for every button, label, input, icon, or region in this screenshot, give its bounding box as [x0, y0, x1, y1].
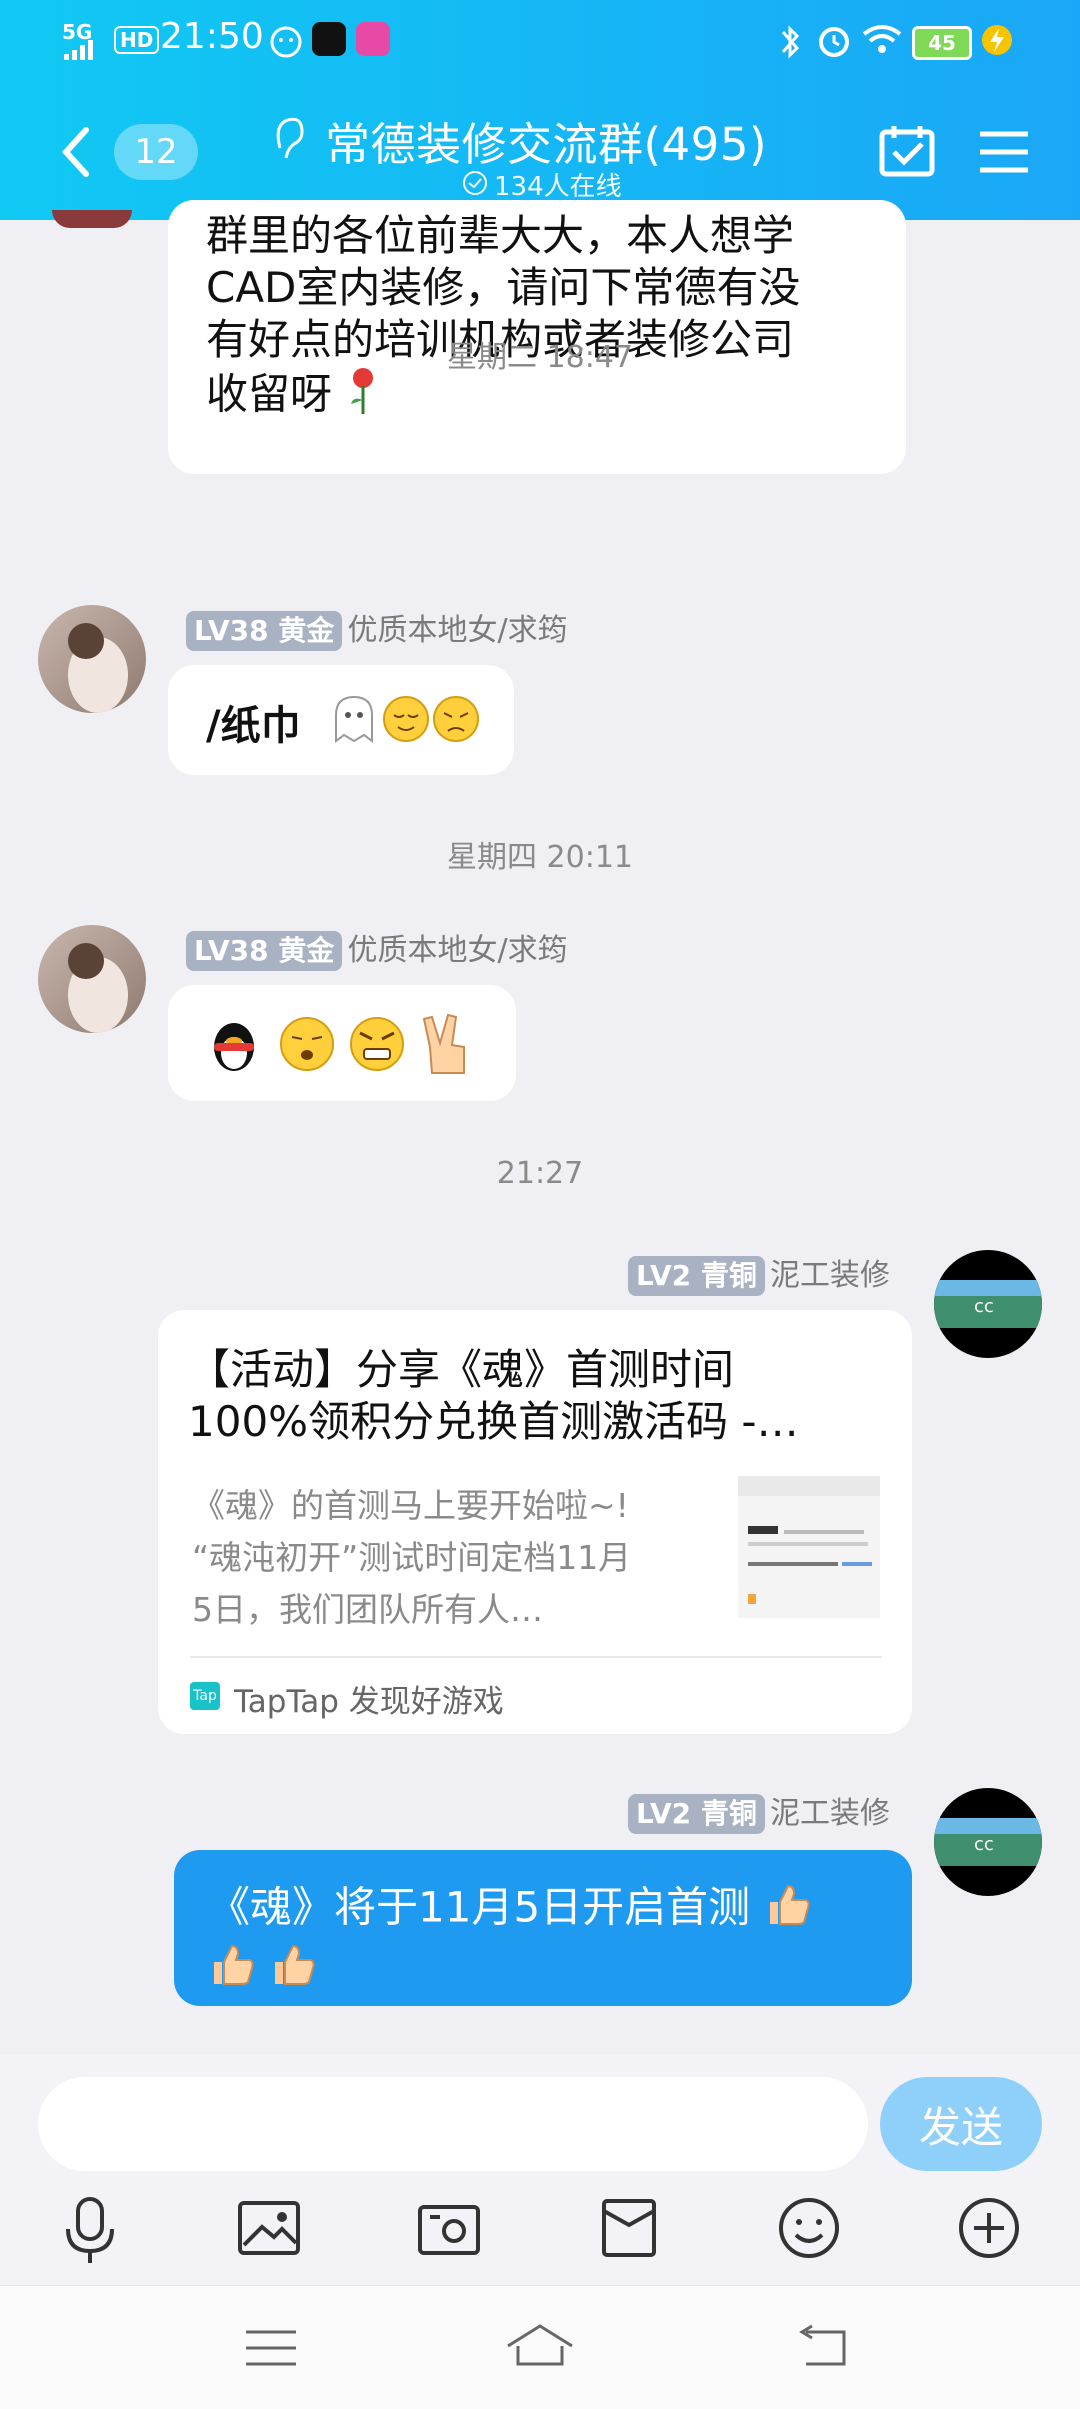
sender-name[interactable]: 泥工装修: [770, 1796, 890, 1831]
app-icon: [356, 22, 390, 56]
sender-name[interactable]: 优质本地女/求筠: [347, 933, 567, 968]
emoji-angry-icon: [348, 1015, 406, 1077]
smiley-status-icon: [268, 24, 304, 64]
input-bar: 发送: [0, 2055, 1080, 2185]
avatar[interactable]: [38, 925, 146, 1033]
avatar[interactable]: cc: [934, 1250, 1042, 1358]
online-count[interactable]: 134人在线: [494, 166, 622, 203]
message-line: 收留呀: [206, 369, 333, 419]
card-desc-line: 5日，我们团队所有人…: [192, 1590, 543, 1629]
card-divider: [190, 1656, 882, 1658]
message-line: CAD室内装修，请问下常德有没: [206, 263, 801, 312]
level-badge: LV38 黄金: [186, 611, 343, 651]
taptap-icon: Tap: [190, 1682, 220, 1710]
svg-text:cc: cc: [974, 1296, 994, 1317]
thumbs-up-icon: [764, 1880, 812, 1940]
plus-icon[interactable]: [956, 2195, 1022, 2265]
home-icon[interactable]: [504, 2320, 576, 2372]
sender-name[interactable]: 泥工装修: [770, 1258, 890, 1293]
emoji-yawn-icon: [278, 1015, 336, 1077]
card-desc-line: “魂沌初开”测试时间定档11月: [192, 1538, 632, 1577]
signal-icon: [64, 40, 100, 60]
back-icon[interactable]: [56, 122, 96, 182]
alarm-icon: [815, 22, 853, 64]
calendar-check-icon[interactable]: [878, 122, 936, 182]
message-text: 《魂》将于11月5日开启首测: [208, 1880, 812, 2000]
message-line: 群里的各位前辈大大，本人想学: [206, 211, 795, 260]
emoji-relieved-icon: [382, 695, 430, 747]
emoji-icon[interactable]: [776, 2195, 842, 2265]
emoji-ghost-icon: [330, 693, 378, 751]
card-title: 【活动】分享《魂》首测时间 100%领积分兑换首测激活码 -…: [188, 1344, 888, 1448]
message-line: 《魂》将于11月5日开启首测: [208, 1882, 751, 1932]
card-thumbnail: [738, 1476, 880, 1618]
message-text: 群里的各位前辈大大，本人想学 CAD室内装修，请问下常德有没 有好点的培训机构或…: [206, 210, 800, 428]
avatar[interactable]: [52, 210, 132, 228]
message-bubble[interactable]: [168, 985, 516, 1101]
message-bubble[interactable]: /纸巾: [168, 665, 514, 775]
chat-message-list[interactable]: 群里的各位前辈大大，本人想学 CAD室内装修，请问下常德有没 有好点的培训机构或…: [0, 200, 1080, 2055]
thumbs-up-icon: [208, 1940, 256, 2000]
message-text: /纸巾: [206, 703, 301, 749]
qq-penguin-icon: [206, 1015, 264, 1077]
file-icon[interactable]: [596, 2195, 662, 2265]
sender-line: LV38 黄金 优质本地女/求筠: [186, 925, 568, 971]
sender-line: LV2 青铜 泥工装修: [620, 1250, 890, 1296]
sender-line: LV2 青铜 泥工装修: [620, 1788, 890, 1834]
thumbs-up-icon: [269, 1940, 317, 2000]
svg-text:cc: cc: [974, 1834, 994, 1855]
level-badge: LV2 青铜: [628, 1256, 765, 1296]
menu-icon[interactable]: [978, 128, 1030, 180]
microphone-icon[interactable]: [58, 2195, 122, 2269]
card-description: 《魂》的首测马上要开始啦~! “魂沌初开”测试时间定档11月 5日，我们团队所有…: [192, 1480, 712, 1636]
charging-icon: [980, 22, 1014, 62]
ear-icon[interactable]: [270, 112, 306, 166]
group-title[interactable]: 常德装修交流群(495): [325, 108, 767, 173]
card-title-line: 100%领积分兑换首测激活码 -…: [188, 1397, 799, 1446]
online-check-icon: [462, 170, 488, 200]
sender-line: LV38 黄金 优质本地女/求筠: [186, 605, 568, 651]
system-navigation-bar: [0, 2285, 1080, 2409]
emoji-victory-icon: [418, 1011, 474, 1081]
share-card[interactable]: 【活动】分享《魂》首测时间 100%领积分兑换首测激活码 -… 《魂》的首测马上…: [158, 1310, 912, 1734]
timestamp: 星期二 18:47: [447, 340, 633, 375]
status-time: 21:50: [160, 16, 264, 57]
image-icon[interactable]: [236, 2195, 302, 2265]
message-bubble[interactable]: 《魂》将于11月5日开启首测: [174, 1850, 912, 2006]
card-desc-line: 《魂》的首测马上要开始啦~!: [192, 1486, 629, 1525]
card-source: TapTap 发现好游戏: [234, 1684, 504, 1720]
recent-apps-icon[interactable]: [244, 2326, 298, 2374]
tiktok-icon: [312, 22, 346, 56]
sender-name[interactable]: 优质本地女/求筠: [347, 613, 567, 648]
timestamp: 21:27: [496, 1156, 584, 1191]
timestamp: 星期四 20:11: [447, 840, 633, 875]
chat-header: 5G HD 21:50 45 12 常德装修交流群(495) 134人在线: [0, 0, 1080, 220]
input-toolbar: [0, 2185, 1080, 2285]
avatar[interactable]: cc: [934, 1788, 1042, 1896]
level-badge: LV38 黄金: [186, 931, 343, 971]
emoji-sad-icon: [432, 695, 480, 747]
hd-icon: HD: [114, 26, 160, 54]
card-title-line: 【活动】分享《魂》首测时间: [188, 1345, 735, 1394]
battery-icon: 45: [912, 26, 972, 60]
status-bar: 5G HD 21:50 45: [0, 0, 1080, 84]
wifi-icon: [860, 22, 904, 62]
message-input[interactable]: [38, 2077, 868, 2171]
back-nav-icon[interactable]: [796, 2322, 850, 2374]
level-badge: LV2 青铜: [628, 1794, 765, 1834]
avatar[interactable]: [38, 605, 146, 713]
unread-count-badge[interactable]: 12: [114, 124, 198, 180]
send-button[interactable]: 发送: [880, 2077, 1042, 2171]
camera-icon[interactable]: [416, 2195, 482, 2265]
bluetooth-icon: [775, 22, 805, 66]
